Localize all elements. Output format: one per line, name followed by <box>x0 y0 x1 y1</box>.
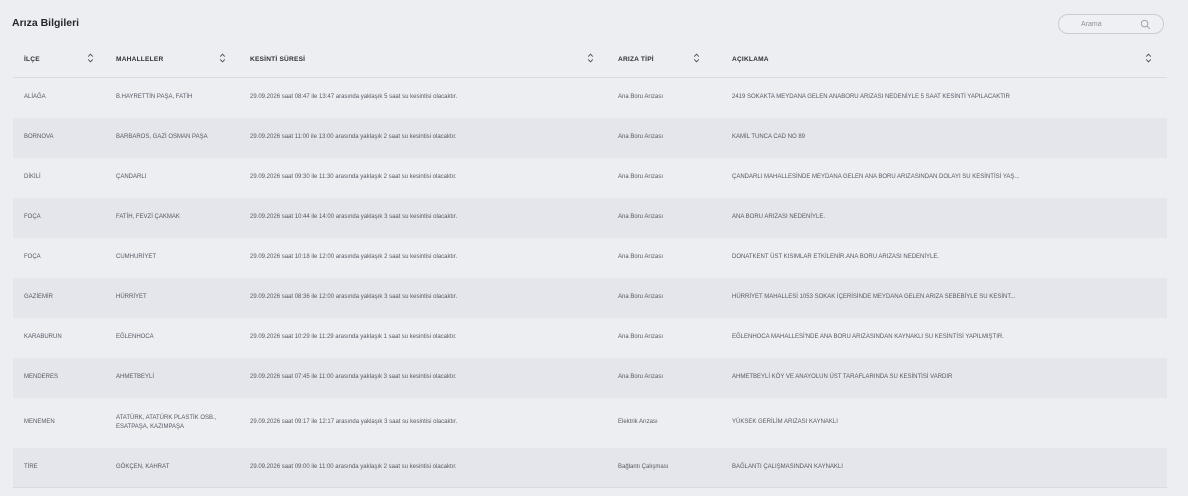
table-row[interactable]: FOÇA FATİH, FEVZİ ÇAKMAK 29.09.2026 saat… <box>13 197 1167 238</box>
table-row[interactable]: DİKİLİ ÇANDARLI 29.09.2026 saat 09:30 il… <box>13 158 1167 198</box>
cell-ariza-tipi: Elektrik Arızası <box>618 419 658 425</box>
cell-kesinti-suresi: 29.09.2026 saat 09:00 ile 11:00 arasında… <box>239 447 607 488</box>
table-row[interactable]: BORNOVA BARBAROS, GAZİ OSMAN PAŞA 29.09.… <box>13 117 1167 158</box>
sort-icon[interactable] <box>87 52 94 64</box>
search-box[interactable] <box>1058 14 1164 34</box>
cell-aciklama: YÜKSEK GERİLİM ARIZASI KAYNAKLI <box>732 419 838 425</box>
table-row[interactable]: ALİAĞA B.HAYRETTİN PAŞA, FATİH 29.09.202… <box>13 78 1167 118</box>
cell-mahalleler: CUMHURİYET <box>116 254 156 260</box>
sort-icon[interactable] <box>1145 52 1152 64</box>
cell-ilce: FOÇA <box>24 254 41 260</box>
cell-ariza-tipi: Ana Boru Arızası <box>618 94 664 101</box>
cell-ariza-tipi: Ana Boru Arızası <box>618 134 664 140</box>
cell-ilce: MENEMEN <box>24 419 55 425</box>
cell-mahalleler: B.HAYRETTİN PAŞA, FATİH <box>116 94 193 101</box>
column-label: AÇIKLAMA <box>732 55 769 63</box>
cell-mahalleler: FATİH, FEVZİ ÇAKMAK <box>116 214 180 220</box>
cell-kesinti-suresi: 29.09.2026 saat 08:47 ile 13:47 arasında… <box>250 94 458 101</box>
search-icon[interactable] <box>1140 19 1151 30</box>
cell-ariza-tipi: Ana Boru Arızası <box>618 294 664 300</box>
table-row[interactable]: KARABURUN EĞLENHOCA 29.09.2026 saat 10:2… <box>13 318 1167 358</box>
sort-icon[interactable] <box>693 52 700 64</box>
table-header-row: İLÇE MAHALLELER KESİNTİ SÜRESİ ARIZA TİP… <box>13 41 1167 78</box>
cell-mahalleler: EĞLENHOCA <box>116 334 154 340</box>
cell-kesinti-suresi: 29.09.2026 saat 10:18 ile 12:00 arasında… <box>250 254 458 260</box>
page-title: Arıza Bilgileri <box>12 17 80 29</box>
column-header-ilce[interactable]: İLÇE <box>13 41 105 78</box>
cell-ariza-tipi: Bağlantı Çalışması <box>607 447 721 488</box>
column-header-aciklama[interactable]: AÇIKLAMA <box>721 41 1167 78</box>
table-row[interactable]: TİRE GÖKÇEN, KAHRAT 29.09.2026 saat 09:0… <box>13 447 1167 488</box>
column-header-mahalleler[interactable]: MAHALLELER <box>105 41 239 78</box>
cell-mahalleler: GÖKÇEN, KAHRAT <box>105 447 239 488</box>
column-label: MAHALLELER <box>116 55 164 63</box>
cell-ilce: BORNOVA <box>24 134 54 140</box>
sort-icon[interactable] <box>219 52 226 64</box>
cell-ilce: FOÇA <box>24 214 41 220</box>
table-row[interactable]: GAZİEMİR HÜRRİYET 29.09.2026 saat 08:36 … <box>13 277 1167 318</box>
cell-aciklama: DONATKENT ÜST KISIMLAR ETKİLENİR.ANA BOR… <box>732 254 940 260</box>
cell-ilce: TİRE <box>13 447 105 488</box>
cell-ariza-tipi: Ana Boru Arızası <box>618 174 664 180</box>
cell-ilce: ALİAĞA <box>24 94 46 101</box>
cell-kesinti-suresi: 29.09.2026 saat 09:17 ile 12:17 arasında… <box>250 419 458 425</box>
cell-aciklama: KAMİL TUNCA CAD NO 89 <box>732 134 806 140</box>
search-input[interactable] <box>1067 18 1151 30</box>
cell-ilce: GAZİEMİR <box>24 294 54 300</box>
fault-table: İLÇE MAHALLELER KESİNTİ SÜRESİ ARIZA TİP… <box>13 41 1167 488</box>
cell-kesinti-suresi: 29.09.2026 saat 10:29 ile 11:29 arasında… <box>250 334 457 340</box>
cell-mahalleler: ATATÜRK, ATATÜRK PLASTİK OSB., ESATPAŞA,… <box>116 414 217 430</box>
cell-ilce: DİKİLİ <box>24 174 41 180</box>
cell-mahalleler: BARBAROS, GAZİ OSMAN PAŞA <box>116 134 208 140</box>
cell-kesinti-suresi: 29.09.2026 saat 10:44 ile 14:00 arasında… <box>250 214 458 220</box>
cell-kesinti-suresi: 29.09.2026 saat 09:30 ile 11:30 arasında… <box>250 174 457 180</box>
table-row[interactable]: MENEMEN ATATÜRK, ATATÜRK PLASTİK OSB., E… <box>13 398 1167 448</box>
cell-aciklama: AHMETBEYLİ KÖY VE ANAYOLUN ÜST TARAFLARI… <box>732 374 953 380</box>
column-header-ariza-tipi[interactable]: ARIZA TİPİ <box>607 41 721 78</box>
cell-kesinti-suresi: 29.09.2026 saat 07:45 ile 11:00 arasında… <box>250 374 457 380</box>
cell-ilce: MENDERES <box>24 374 59 380</box>
cell-ariza-tipi: Ana Boru Arızası <box>618 334 664 340</box>
table-row[interactable]: FOÇA CUMHURİYET 29.09.2026 saat 10:18 il… <box>13 238 1167 278</box>
column-header-kesinti-suresi[interactable]: KESİNTİ SÜRESİ <box>239 41 607 78</box>
cell-aciklama: HÜRRİYET MAHALLESİ 1053 SOKAK İÇERİSİNDE… <box>732 294 1016 300</box>
cell-mahalleler: ÇANDARLI <box>116 174 147 180</box>
cell-aciklama: ANA BORU ARIZASI NEDENİYLE. <box>732 214 826 220</box>
cell-ariza-tipi: Ana Boru Arızası <box>618 254 664 260</box>
column-label: KESİNTİ SÜRESİ <box>250 55 306 63</box>
cell-ariza-tipi: Ana Boru Arızası <box>618 214 664 220</box>
cell-mahalleler: HÜRRİYET <box>116 294 147 300</box>
column-label: İLÇE <box>24 55 40 63</box>
cell-aciklama: BAĞLANTI ÇALIŞMASINDAN KAYNAKLI <box>721 447 1167 488</box>
cell-aciklama: ÇANDARLI MAHALLESİNDE MEYDANA GELEN ANA … <box>732 174 1020 180</box>
cell-aciklama: 2419 SOKAKTA MEYDANA GELEN ANABORU ARIZA… <box>732 94 1010 101</box>
cell-mahalleler: AHMETBEYLİ <box>116 374 155 380</box>
cell-ariza-tipi: Ana Boru Arızası <box>618 374 664 380</box>
cell-kesinti-suresi: 29.09.2026 saat 08:36 ile 12:00 arasında… <box>250 294 458 300</box>
sort-icon[interactable] <box>587 52 594 64</box>
fault-info-panel: Arıza Bilgileri İLÇE MAHALLELER <box>0 0 1180 496</box>
column-label: ARIZA TİPİ <box>618 55 654 63</box>
cell-aciklama: EĞLENHOCA MAHALLESİ'NDE ANA BORU ARIZASI… <box>732 334 1004 340</box>
table-row[interactable]: MENDERES AHMETBEYLİ 29.09.2026 saat 07:4… <box>13 357 1167 398</box>
cell-kesinti-suresi: 29.09.2026 saat 11:00 ile 13:00 arasında… <box>250 134 457 140</box>
cell-ilce: KARABURUN <box>24 334 62 340</box>
